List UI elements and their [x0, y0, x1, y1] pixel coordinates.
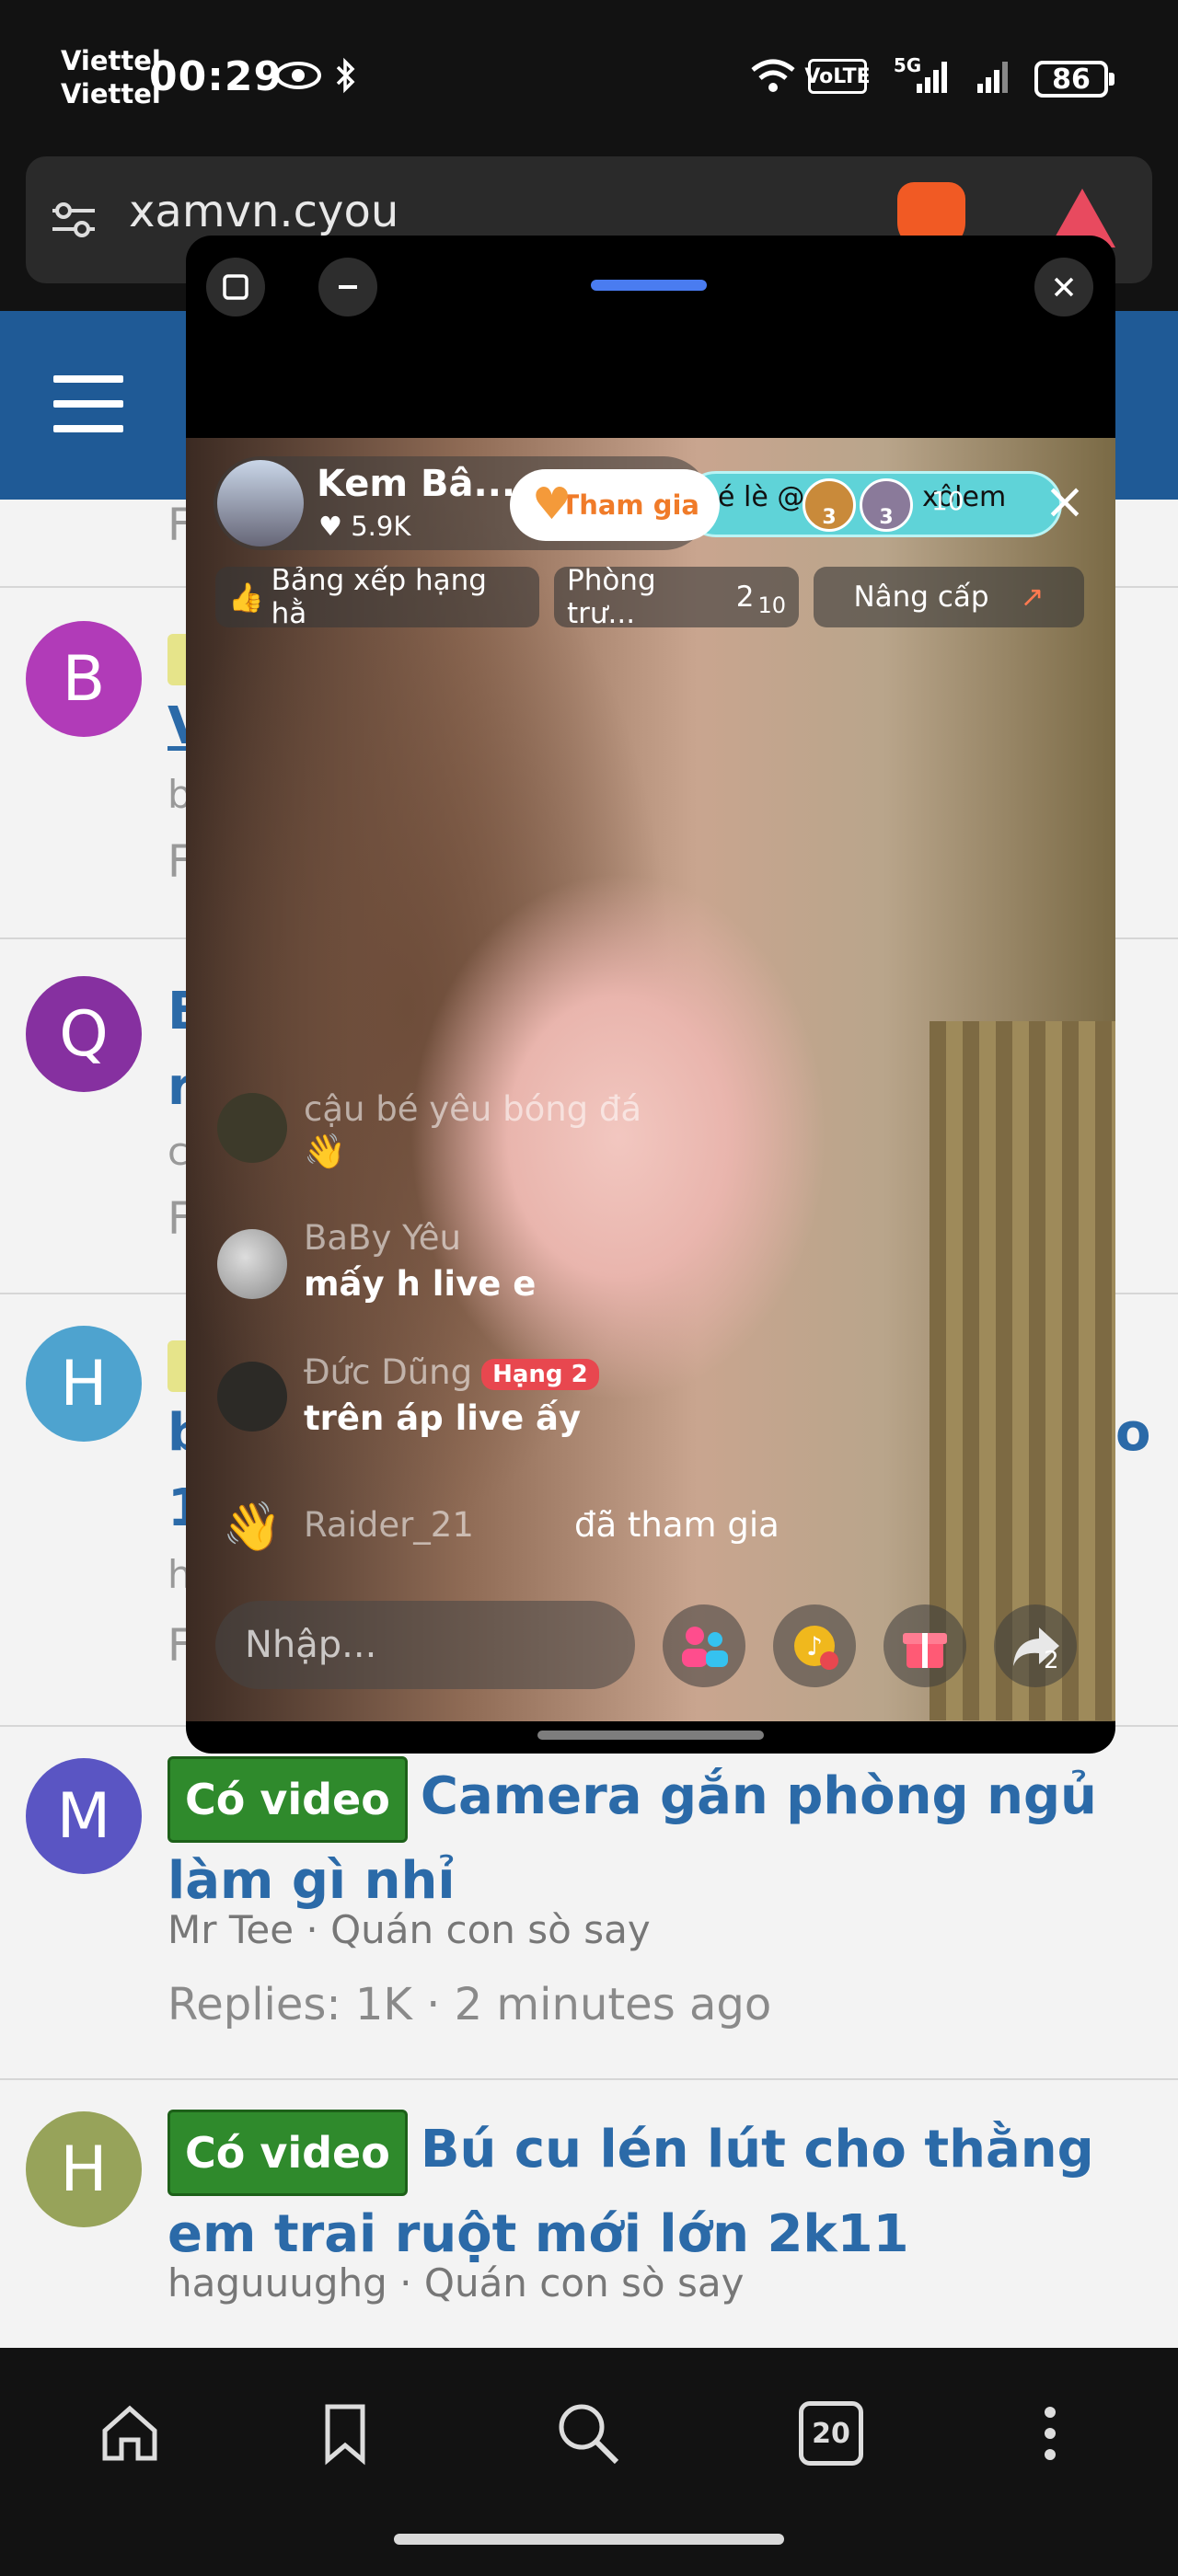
hand-icon: 👍 — [228, 581, 264, 615]
thread-title[interactable]: Có video Bú cu lén lút cho thằng em trai … — [167, 2110, 1152, 2273]
volte-icon: VoLTE — [804, 59, 871, 94]
search-icon[interactable] — [547, 2392, 629, 2475]
chat-message: trên áp live ấy — [304, 1398, 582, 1438]
chat-message: mấy h live e — [304, 1264, 537, 1304]
bookmark-icon[interactable] — [304, 2392, 387, 2475]
chat-username[interactable]: BaBy Yêu — [304, 1218, 461, 1258]
thread-replies: Replies: 1K · 2 minutes ago — [167, 1979, 772, 2030]
carrier-labels: Viettel Viettel — [61, 45, 161, 109]
battery-indicator: 86 — [1034, 61, 1114, 98]
viewer-avatar[interactable]: 3 — [803, 478, 856, 532]
gift-icon[interactable] — [884, 1604, 966, 1687]
host-avatar[interactable] — [217, 460, 304, 546]
chat-avatar[interactable] — [217, 1229, 287, 1299]
trend-icon: ↗ — [1020, 581, 1045, 614]
heart-icon: ♥ — [318, 511, 342, 542]
tabs-button[interactable]: 20 — [790, 2392, 872, 2475]
banner-text: é lè @ — [718, 481, 805, 513]
window-resize-bar[interactable] — [537, 1731, 764, 1740]
svg-text:♪: ♪ — [806, 1631, 823, 1662]
wifi-icon — [747, 55, 799, 96]
leaderboard-pill[interactable]: 👍 Bảng xếp hạng hằ — [215, 564, 539, 630]
chat-message: 👋 — [304, 1132, 347, 1171]
bluetooth-icon — [329, 55, 363, 96]
share-icon[interactable] — [994, 1604, 1077, 1687]
clock: 00:29 — [149, 53, 283, 100]
eye-icon — [272, 55, 324, 96]
avatar: H — [26, 2111, 142, 2227]
home-gesture-bar[interactable] — [394, 2534, 784, 2545]
coupon-icon[interactable]: ♪ — [773, 1604, 856, 1687]
status-bar: Viettel Viettel 00:29 VoLTE 5G 86 — [0, 0, 1178, 156]
thread-title[interactable]: Có video Camera gắn phòng ngủ làm gì nhỉ — [167, 1756, 1152, 1920]
more-menu-icon[interactable] — [1009, 2392, 1091, 2475]
home-icon[interactable] — [88, 2392, 171, 2475]
minimize-window-icon[interactable] — [318, 258, 377, 316]
room-pill[interactable]: Phòng trư... 2 10 — [554, 564, 799, 630]
list-item[interactable]: H Có video Bú cu lén lút cho thằng em tra… — [0, 2080, 1178, 2356]
wave-icon: 👋 — [222, 1500, 283, 1555]
viewer-count: 10 — [931, 486, 964, 516]
thread-meta: Mr Tee · Quán con sò say — [167, 1907, 651, 1952]
maximize-window-icon[interactable] — [206, 258, 265, 316]
signal-icon-2 — [976, 55, 1016, 96]
chat-input[interactable]: Nhập... — [215, 1601, 635, 1689]
upgrade-pill[interactable]: Nâng cấp ↗ — [814, 567, 1084, 627]
avatar: H — [26, 1326, 142, 1442]
avatar: M — [26, 1758, 142, 1874]
avatar: B — [26, 621, 142, 737]
video-tag: Có video — [167, 1756, 408, 1843]
heart-plus-icon: ♥ — [532, 478, 572, 530]
host-name[interactable]: Kem Bâ... — [317, 463, 515, 505]
guest-icon[interactable] — [663, 1604, 745, 1687]
chat-username[interactable]: Raider_21 — [304, 1505, 474, 1545]
chat-username[interactable]: Đức Dũng Hạng 2 — [304, 1352, 599, 1392]
url-text[interactable]: xamvn.cyou — [129, 186, 398, 237]
menu-icon[interactable] — [53, 375, 123, 432]
viewer-avatar[interactable]: 3 — [860, 478, 913, 532]
close-banner-icon[interactable]: × — [1038, 475, 1091, 528]
chat-message: đã tham gia — [574, 1505, 780, 1545]
close-window-icon[interactable] — [1034, 258, 1093, 316]
site-settings-icon[interactable] — [46, 197, 101, 243]
signal-icon-1 — [917, 55, 953, 96]
chat-avatar[interactable] — [217, 1362, 287, 1432]
share-count: 2 — [1044, 1647, 1059, 1674]
host-likes: ♥ 5.9K — [318, 511, 411, 542]
rank-badge: Hạng 2 — [481, 1358, 599, 1390]
window-drag-handle[interactable] — [591, 280, 707, 291]
chat-avatar[interactable] — [217, 1093, 287, 1163]
thread-meta: haguuughg · Quán con sò say — [167, 2260, 745, 2306]
video-tag: Có video — [167, 2110, 408, 2196]
avatar: Q — [26, 976, 142, 1092]
list-item[interactable]: M Có video Camera gắn phòng ngủ làm gì nh… — [0, 1727, 1178, 2080]
chat-username[interactable]: cậu bé yêu bóng đá — [304, 1089, 641, 1129]
